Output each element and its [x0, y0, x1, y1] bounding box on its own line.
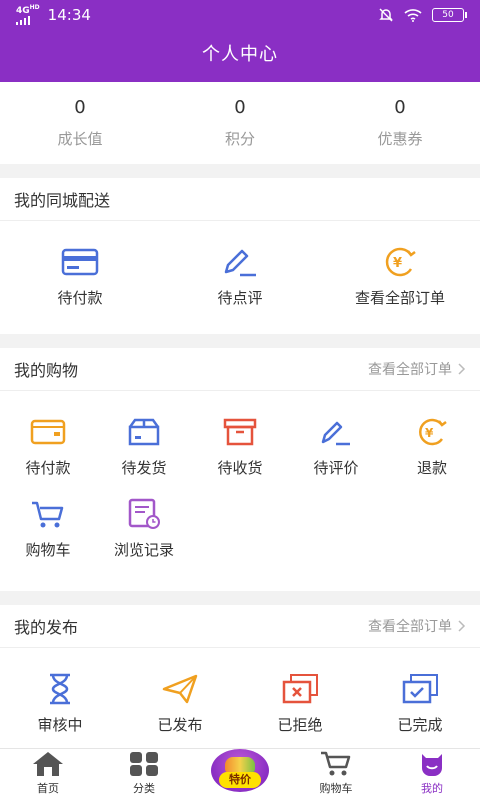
- item-label: 待付款: [25, 459, 71, 477]
- cart-icon: [320, 750, 352, 778]
- tab-label: 购物车: [319, 782, 353, 795]
- rejected-icon: [280, 672, 320, 706]
- item-label: 退款: [416, 459, 447, 477]
- stat-points[interactable]: 0 积分: [160, 82, 320, 164]
- battery-icon: 50: [432, 8, 467, 22]
- wifi-icon: [404, 9, 422, 22]
- home-icon: [32, 750, 64, 778]
- delivery-pending-payment[interactable]: 待付款: [0, 245, 160, 334]
- stat-label: 成长值: [57, 130, 103, 148]
- network-indicator: 4GHD: [16, 3, 40, 28]
- card-icon: [60, 245, 100, 279]
- header: 4GHD 14:34 50 个人中心: [0, 0, 480, 82]
- history-icon: [124, 497, 164, 531]
- pen-icon: [316, 415, 356, 449]
- hourglass-icon: [40, 672, 80, 706]
- delivery-section: 我的同城配送 待付款 待点评 ¥ 查看全部订单: [0, 178, 480, 334]
- delivery-pending-review[interactable]: 待点评: [160, 245, 320, 334]
- section-title: 我的同城配送: [14, 191, 111, 210]
- tab-label: 分类: [133, 782, 155, 795]
- yen-coin-icon: ¥: [380, 245, 420, 279]
- section-title: 我的发布: [14, 618, 79, 637]
- stat-coupons[interactable]: 0 优惠券: [320, 82, 480, 164]
- promo-icon: 特价: [211, 749, 269, 792]
- shopping-pending-shipment[interactable]: 待发货: [96, 415, 192, 497]
- tab-special-offer[interactable]: 特价: [192, 749, 288, 800]
- stat-label: 积分: [224, 130, 255, 148]
- tab-label: 我的: [421, 782, 443, 795]
- bottom-tab-bar: 首页 分类 特价 购物车 我的: [0, 748, 480, 800]
- shopping-browse-history[interactable]: 浏览记录: [96, 497, 192, 579]
- page-title: 个人中心: [202, 44, 278, 65]
- signal-icon: [16, 15, 30, 25]
- view-all-orders-link[interactable]: 查看全部订单: [368, 616, 466, 636]
- stat-value: 0: [394, 97, 406, 118]
- bell-off-icon: [379, 8, 393, 22]
- item-label: 待点评: [217, 289, 263, 307]
- section-header: 我的发布 查看全部订单: [0, 605, 480, 648]
- clock: 14:34: [47, 6, 91, 24]
- item-label: 待付款: [57, 289, 103, 307]
- section-title: 我的购物: [14, 361, 79, 380]
- item-label: 浏览记录: [113, 541, 174, 559]
- shopping-refund[interactable]: ¥ 退款: [384, 415, 480, 497]
- cart-icon: [28, 497, 68, 531]
- chevron-right-icon: [458, 620, 466, 632]
- item-label: 购物车: [25, 541, 71, 559]
- stat-value: 0: [74, 97, 86, 118]
- shopping-pending-payment[interactable]: 待付款: [0, 415, 96, 497]
- item-label: 待评价: [313, 459, 359, 477]
- stat-growth[interactable]: 0 成长值: [0, 82, 160, 164]
- section-header: 我的购物 查看全部订单: [0, 348, 480, 391]
- item-label: 查看全部订单: [354, 289, 445, 307]
- package-icon: [220, 415, 260, 449]
- tab-home[interactable]: 首页: [0, 749, 96, 800]
- shopping-pending-receipt[interactable]: 待收货: [192, 415, 288, 497]
- yen-coin-icon: ¥: [412, 415, 452, 449]
- category-icon: [129, 750, 159, 778]
- section-header: 我的同城配送: [0, 178, 480, 221]
- status-bar: 4GHD 14:34 50: [0, 0, 480, 30]
- tab-cart[interactable]: 购物车: [288, 749, 384, 800]
- svg-text:¥: ¥: [425, 426, 434, 440]
- delivery-all-orders[interactable]: ¥ 查看全部订单: [320, 245, 480, 334]
- wallet-icon: [28, 415, 68, 449]
- view-all-orders-link[interactable]: 查看全部订单: [368, 359, 466, 379]
- shopping-section: 我的购物 查看全部订单 待付款 待发货 待收货 待评价 ¥ 退款 购物车 浏览记…: [0, 348, 480, 591]
- item-label: 已完成: [397, 716, 443, 734]
- tab-category[interactable]: 分类: [96, 749, 192, 800]
- shopping-cart[interactable]: 购物车: [0, 497, 96, 579]
- tab-profile[interactable]: 我的: [384, 749, 480, 800]
- tab-label: 首页: [37, 782, 59, 795]
- pen-icon: [220, 245, 260, 279]
- item-label: 已拒绝: [277, 716, 323, 734]
- shopping-pending-review[interactable]: 待评价: [288, 415, 384, 497]
- item-label: 待发货: [121, 459, 167, 477]
- publish-section: 我的发布 查看全部订单 审核中 已发布 已拒绝 已完成: [0, 605, 480, 762]
- stat-label: 优惠券: [377, 130, 423, 148]
- profile-icon: [417, 750, 447, 778]
- chevron-right-icon: [458, 363, 466, 375]
- box-icon: [124, 415, 164, 449]
- svg-text:¥: ¥: [393, 256, 402, 271]
- stat-value: 0: [234, 97, 246, 118]
- stats-panel: 0 成长值 0 积分 0 优惠券: [0, 82, 480, 164]
- item-label: 待收货: [217, 459, 263, 477]
- paper-plane-icon: [160, 672, 200, 706]
- completed-icon: [400, 672, 440, 706]
- item-label: 已发布: [157, 716, 203, 734]
- item-label: 审核中: [37, 716, 83, 734]
